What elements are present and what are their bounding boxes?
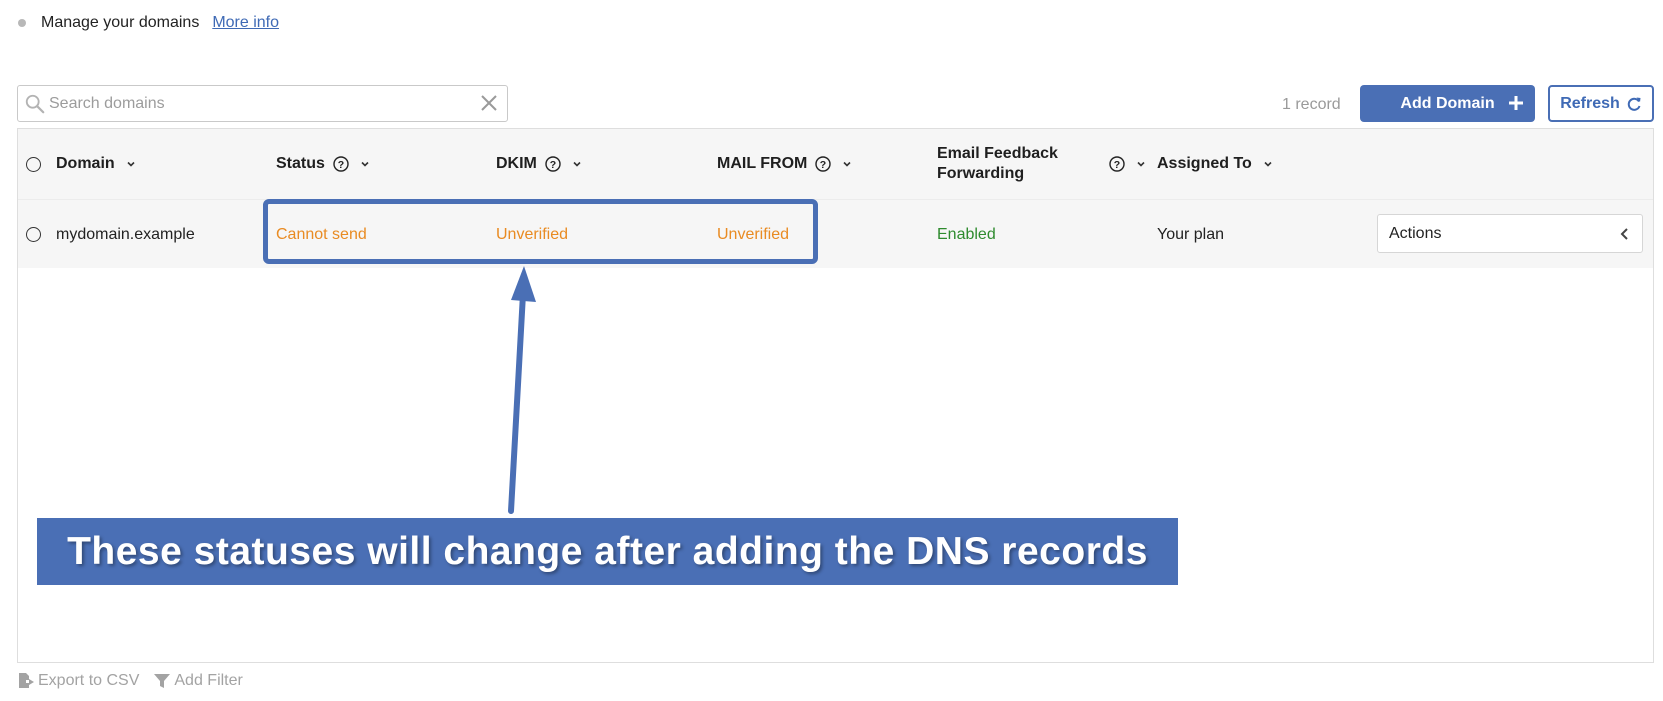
column-assigned-label: Assigned To xyxy=(1157,155,1252,172)
annotation-banner: These statuses will change after adding … xyxy=(37,518,1178,585)
add-domain-button[interactable]: Add Domain xyxy=(1360,85,1535,122)
column-domain[interactable]: Domain xyxy=(56,129,136,199)
export-csv-button[interactable]: Export to CSV xyxy=(17,672,139,690)
row-select-radio[interactable] xyxy=(26,227,41,242)
column-feedback-forwarding[interactable]: Email Feedback Forwarding ? xyxy=(937,129,1147,199)
search-box[interactable] xyxy=(17,85,508,122)
clear-search-icon[interactable] xyxy=(479,93,499,113)
status-highlight-box xyxy=(263,199,818,264)
actions-label: Actions xyxy=(1389,224,1442,242)
column-feedback-label: Email Feedback Forwarding xyxy=(937,145,1058,182)
help-icon[interactable]: ? xyxy=(815,156,832,172)
column-dkim[interactable]: DKIM ? xyxy=(496,129,582,199)
domain-cell: mydomain.example xyxy=(56,225,195,243)
chevron-left-icon xyxy=(1620,228,1628,240)
feedback-forwarding-cell: Enabled xyxy=(937,225,996,243)
svg-text:?: ? xyxy=(1114,159,1120,171)
export-file-icon xyxy=(19,673,34,688)
column-mail-from[interactable]: MAIL FROM ? xyxy=(717,129,852,199)
svg-text:?: ? xyxy=(820,159,826,171)
filter-icon xyxy=(154,674,171,688)
add-filter-button[interactable]: Add Filter xyxy=(153,672,243,690)
actions-dropdown[interactable]: Actions xyxy=(1377,214,1643,253)
column-assigned-to[interactable]: Assigned To xyxy=(1157,129,1273,199)
chevron-down-icon xyxy=(573,161,581,167)
help-icon[interactable]: ? xyxy=(545,156,561,172)
refresh-icon xyxy=(1627,97,1641,111)
record-count: 1 record xyxy=(1282,96,1341,113)
svg-text:?: ? xyxy=(338,159,344,171)
add-domain-label: Add Domain xyxy=(1400,94,1495,112)
manage-domains-text: Manage your domains xyxy=(41,14,200,31)
export-csv-label: Export to CSV xyxy=(38,672,140,689)
bullet-icon xyxy=(18,19,26,27)
select-all-radio[interactable] xyxy=(26,157,41,172)
svg-text:?: ? xyxy=(550,159,556,171)
refresh-label: Refresh xyxy=(1560,94,1620,112)
chevron-down-icon xyxy=(361,161,369,167)
search-icon xyxy=(25,94,45,114)
table-header: Domain Status ? DKIM ? MAIL FROM ? Email… xyxy=(18,129,1653,199)
add-filter-label: Add Filter xyxy=(174,672,243,689)
plus-icon xyxy=(1509,96,1523,110)
column-status[interactable]: Status ? xyxy=(276,129,370,199)
chevron-down-icon xyxy=(127,161,135,167)
annotation-banner-text: These statuses will change after adding … xyxy=(67,529,1148,573)
column-dkim-label: DKIM xyxy=(496,155,537,172)
help-icon[interactable]: ? xyxy=(333,156,349,172)
annotation-arrow-icon xyxy=(508,266,536,514)
info-line: Manage your domains More info xyxy=(18,14,279,32)
search-input[interactable] xyxy=(49,87,479,120)
chevron-down-icon xyxy=(843,161,851,167)
chevron-down-icon xyxy=(1264,161,1272,167)
chevron-down-icon xyxy=(1137,161,1145,167)
more-info-link[interactable]: More info xyxy=(212,14,279,32)
assigned-to-cell: Your plan xyxy=(1157,225,1225,243)
column-status-label: Status xyxy=(276,155,325,172)
column-mail-from-label: MAIL FROM xyxy=(717,155,808,172)
table-footer: Export to CSV Add Filter xyxy=(17,672,257,690)
column-domain-label: Domain xyxy=(56,155,115,172)
refresh-button[interactable]: Refresh xyxy=(1548,85,1654,122)
help-icon[interactable]: ? xyxy=(1109,156,1125,172)
